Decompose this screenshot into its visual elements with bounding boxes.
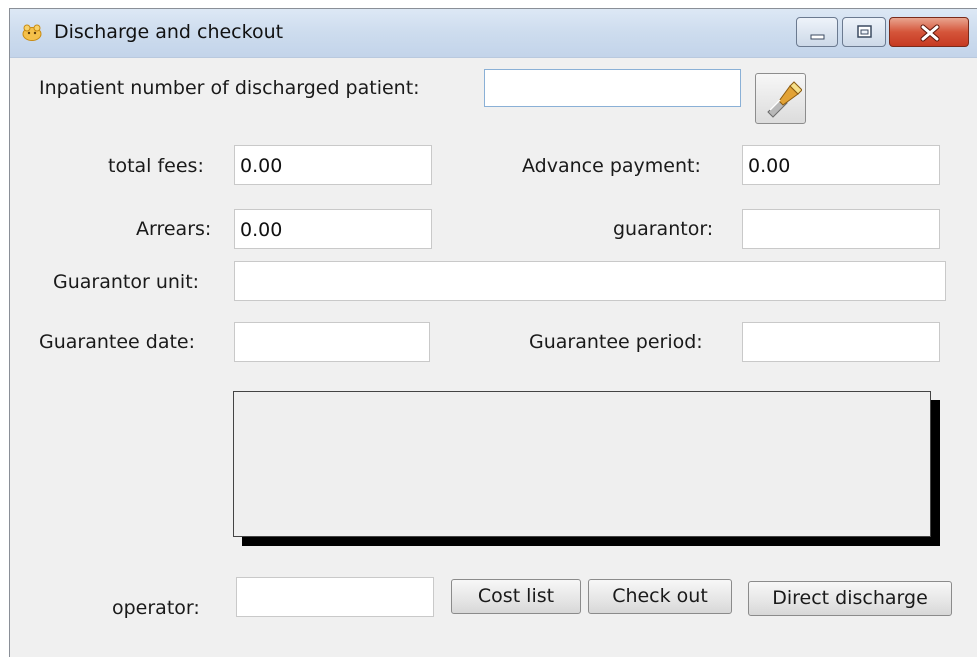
guarantor-label: guarantor: bbox=[613, 218, 714, 240]
total-fees-field[interactable]: 0.00 bbox=[234, 145, 432, 185]
maximize-button[interactable] bbox=[842, 17, 886, 47]
check-out-button[interactable]: Check out bbox=[588, 579, 732, 614]
guarantor-field[interactable] bbox=[742, 209, 940, 249]
inpatient-number-field[interactable] bbox=[484, 69, 741, 107]
close-button[interactable] bbox=[889, 17, 969, 47]
close-icon bbox=[920, 24, 940, 42]
arrears-field[interactable]: 0.00 bbox=[234, 209, 432, 249]
guarantee-date-label: Guarantee date: bbox=[39, 331, 196, 353]
detail-panel bbox=[233, 391, 931, 537]
advance-payment-field[interactable]: 0.00 bbox=[742, 145, 940, 185]
operator-label: operator: bbox=[112, 597, 200, 619]
operator-field[interactable] bbox=[236, 577, 434, 617]
arrears-label: Arrears: bbox=[136, 218, 212, 240]
minimize-icon bbox=[810, 34, 825, 40]
guarantee-date-field[interactable] bbox=[234, 322, 430, 362]
flashlight-search-icon bbox=[767, 81, 802, 118]
cost-list-button[interactable]: Cost list bbox=[451, 579, 581, 614]
total-fees-label: total fees: bbox=[108, 155, 204, 177]
minimize-button[interactable] bbox=[796, 17, 838, 47]
lookup-button[interactable] bbox=[755, 73, 806, 124]
guarantee-period-field[interactable] bbox=[742, 322, 940, 362]
direct-discharge-button[interactable]: Direct discharge bbox=[748, 581, 952, 616]
inpatient-number-label: Inpatient number of discharged patient: bbox=[39, 77, 420, 99]
guarantor-unit-label: Guarantor unit: bbox=[53, 271, 200, 293]
guarantee-period-label: Guarantee period: bbox=[529, 331, 703, 353]
title-bar[interactable]: Discharge and checkout bbox=[10, 9, 977, 58]
advance-payment-label: Advance payment: bbox=[522, 155, 701, 177]
guarantor-unit-field[interactable] bbox=[234, 261, 946, 301]
discharge-checkout-window: Discharge and checkout Inpatient number … bbox=[9, 8, 977, 657]
window-title: Discharge and checkout bbox=[54, 21, 284, 43]
maximize-icon bbox=[857, 25, 872, 38]
app-icon bbox=[21, 23, 43, 41]
